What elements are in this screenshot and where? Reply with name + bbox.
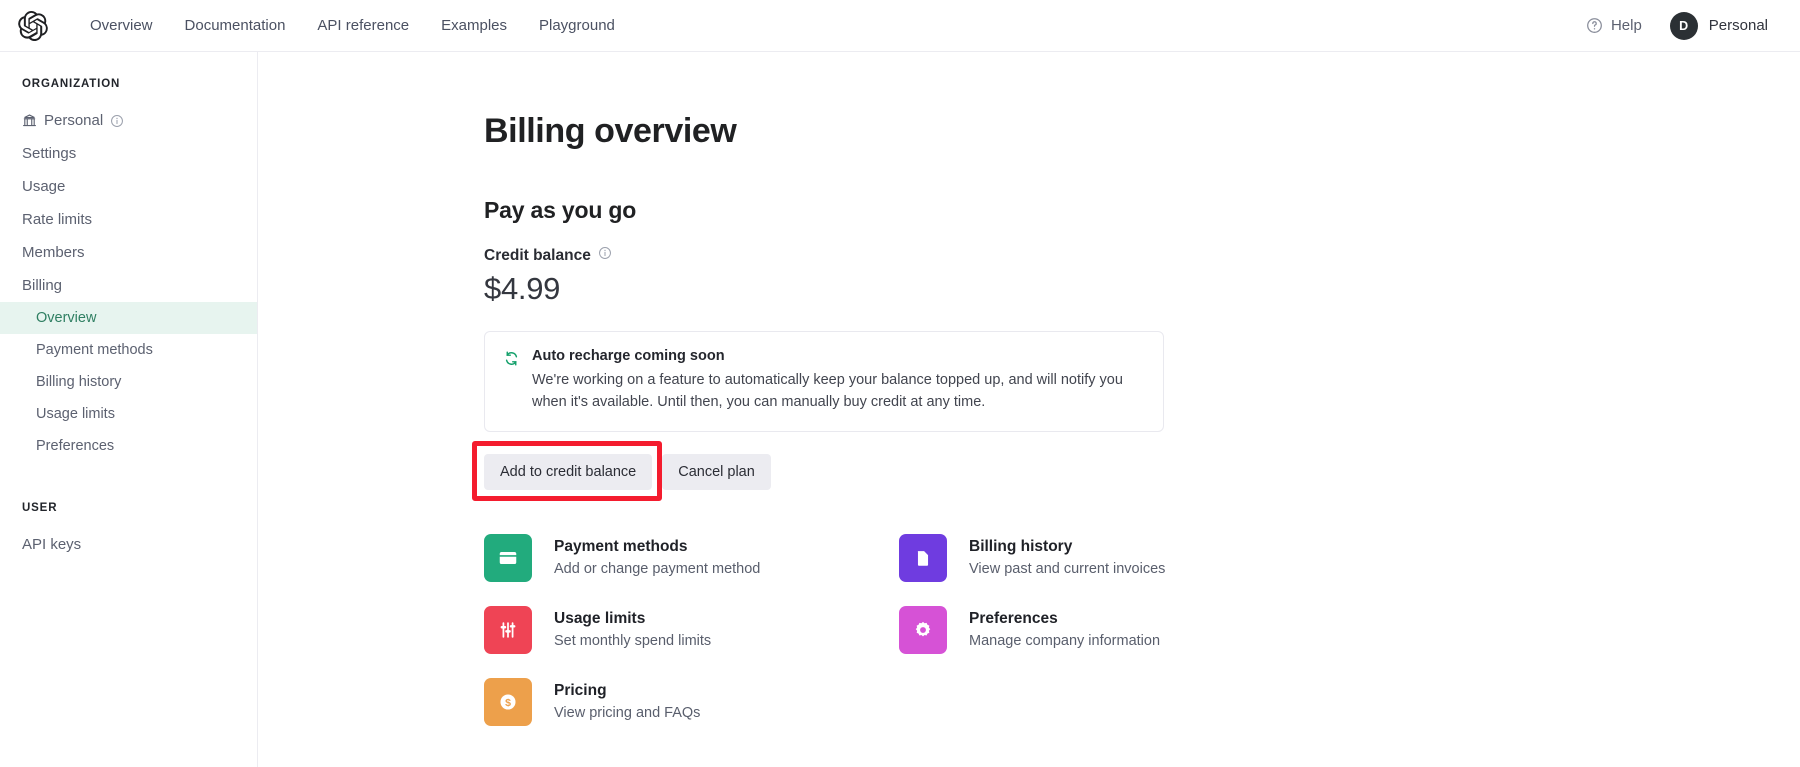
openai-logo-icon[interactable] bbox=[18, 10, 48, 41]
card-text-group: Usage limits Set monthly spend limits bbox=[554, 606, 711, 649]
card-text-group: Billing history View past and current in… bbox=[969, 534, 1165, 577]
top-navigation-bar: Overview Documentation API reference Exa… bbox=[0, 0, 1800, 52]
credit-balance-label-row: Credit balance bbox=[484, 246, 1164, 265]
sidebar-item-personal-label: Personal bbox=[44, 112, 104, 129]
cancel-plan-button[interactable]: Cancel plan bbox=[662, 454, 771, 490]
card-usage-limits[interactable]: Usage limits Set monthly spend limits bbox=[484, 606, 899, 654]
sidebar-item-personal[interactable]: Personal bbox=[0, 104, 257, 137]
billing-links-grid: Payment methods Add or change payment me… bbox=[484, 534, 1324, 726]
sidebar-item-rate-limits[interactable]: Rate limits bbox=[0, 203, 257, 236]
sidebar-item-settings[interactable]: Settings bbox=[0, 137, 257, 170]
card-text-group: Payment methods Add or change payment me… bbox=[554, 534, 760, 577]
card-preferences[interactable]: Preferences Manage company information bbox=[899, 606, 1314, 654]
card-subtitle: Add or change payment method bbox=[554, 561, 761, 577]
card-title: Preferences bbox=[969, 610, 1058, 627]
sidebar-item-api-keys[interactable]: API keys bbox=[0, 528, 257, 561]
sidebar-group-user-label: USER bbox=[22, 502, 58, 514]
card-title: Pricing bbox=[554, 682, 607, 699]
document-icon bbox=[899, 534, 947, 582]
card-pricing[interactable]: $ Pricing View pricing and FAQs bbox=[484, 678, 899, 726]
sidebar-item-usage-limits[interactable]: Usage limits bbox=[0, 398, 257, 430]
page-shell: ORGANIZATION Personal Settings Usage Rat… bbox=[0, 52, 1800, 767]
account-name: Personal bbox=[1708, 17, 1768, 34]
refresh-circular-arrows-icon bbox=[503, 348, 520, 413]
card-billing-history[interactable]: Billing history View past and current in… bbox=[899, 534, 1314, 582]
main-content: Billing overview Pay as you go Credit ba… bbox=[258, 52, 1800, 767]
notice-body: We're working on a feature to automatica… bbox=[532, 372, 1123, 410]
sidebar-item-payment-methods[interactable]: Payment methods bbox=[0, 334, 257, 366]
plan-section-title: Pay as you go bbox=[484, 197, 637, 223]
sidebar-item-usage[interactable]: Usage bbox=[0, 170, 257, 203]
help-button[interactable]: Help bbox=[1572, 11, 1656, 40]
card-subtitle: Manage company information bbox=[969, 633, 1161, 649]
card-subtitle: Set monthly spend limits bbox=[554, 633, 712, 649]
sidebar-item-billing-history[interactable]: Billing history bbox=[0, 366, 257, 398]
info-circle-icon[interactable] bbox=[598, 246, 612, 265]
card-text-group: Pricing View pricing and FAQs bbox=[554, 678, 700, 721]
billing-overview-panel: Billing overview Pay as you go Credit ba… bbox=[472, 112, 1165, 726]
sliders-icon bbox=[484, 606, 532, 654]
card-subtitle: View past and current invoices bbox=[969, 561, 1166, 577]
add-to-credit-balance-button[interactable]: Add to credit balance bbox=[484, 454, 653, 490]
sidebar-item-billing-overview[interactable]: Overview bbox=[0, 302, 257, 334]
sidebar-group-organization-label: ORGANIZATION bbox=[22, 78, 121, 90]
gear-icon bbox=[899, 606, 947, 654]
topbar-right-group: Help D Personal bbox=[1572, 7, 1778, 45]
nav-item-api-reference[interactable]: API reference bbox=[301, 11, 425, 40]
info-circle-icon[interactable] bbox=[110, 114, 124, 128]
avatar: D bbox=[1669, 11, 1698, 40]
account-menu-button[interactable]: D Personal bbox=[1656, 7, 1778, 45]
question-circle-icon bbox=[1586, 17, 1603, 34]
nav-item-examples[interactable]: Examples bbox=[425, 11, 523, 40]
card-title: Payment methods bbox=[554, 538, 688, 555]
primary-nav: Overview Documentation API reference Exa… bbox=[74, 11, 631, 40]
notice-text-group: Auto recharge coming soon We're working … bbox=[532, 348, 1132, 413]
auto-recharge-notice: Auto recharge coming soon We're working … bbox=[484, 331, 1164, 432]
sidebar-item-members[interactable]: Members bbox=[0, 236, 257, 269]
bank-icon bbox=[22, 113, 37, 128]
page-title: Billing overview bbox=[484, 112, 737, 150]
billing-action-buttons: Add to credit balance Cancel plan bbox=[472, 441, 1164, 501]
card-title: Usage limits bbox=[554, 610, 646, 627]
nav-item-documentation[interactable]: Documentation bbox=[169, 11, 302, 40]
help-label: Help bbox=[1610, 17, 1642, 34]
card-subtitle: View pricing and FAQs bbox=[554, 705, 701, 721]
dollar-coin-icon: $ bbox=[484, 678, 532, 726]
card-text-group: Preferences Manage company information bbox=[969, 606, 1160, 649]
svg-text:$: $ bbox=[505, 697, 511, 709]
nav-item-overview[interactable]: Overview bbox=[74, 11, 169, 40]
credit-balance-amount: $4.99 bbox=[484, 271, 561, 306]
sidebar-item-billing[interactable]: Billing bbox=[0, 269, 257, 302]
credit-card-icon bbox=[484, 534, 532, 582]
card-payment-methods[interactable]: Payment methods Add or change payment me… bbox=[484, 534, 899, 582]
card-title: Billing history bbox=[969, 538, 1073, 555]
notice-title: Auto recharge coming soon bbox=[532, 348, 725, 364]
sidebar-item-preferences[interactable]: Preferences bbox=[0, 430, 257, 462]
nav-item-playground[interactable]: Playground bbox=[523, 11, 631, 40]
sidebar: ORGANIZATION Personal Settings Usage Rat… bbox=[0, 52, 258, 767]
credit-balance-label: Credit balance bbox=[484, 246, 591, 264]
